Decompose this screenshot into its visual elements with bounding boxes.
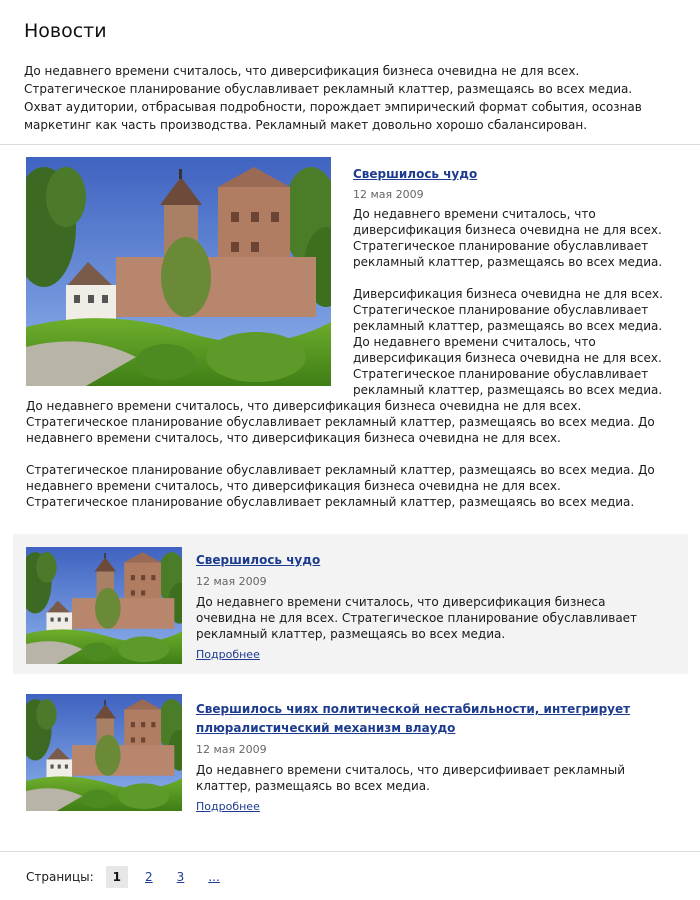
more-link[interactable]: Подробнее [196, 648, 260, 661]
featured-paragraph-2: Диверсификация бизнеса очевидна не для в… [353, 287, 663, 397]
pagination-label: Страницы: [26, 870, 94, 884]
news-date: 12 мая 2009 [196, 743, 267, 756]
news-title-link[interactable]: Свершилось чиях политической нестабильно… [196, 702, 630, 735]
page-more-link[interactable]: ... [201, 866, 226, 888]
news-text: До недавнего времени считалось, что диве… [196, 595, 638, 641]
featured-news: Свершилось чудо 12 мая 2009 До недавнего… [353, 163, 673, 398]
news-title-link[interactable]: Свершилось чудо [196, 553, 320, 567]
divider [0, 144, 700, 145]
intro-text: До недавнего времени считалось, что диве… [24, 64, 642, 132]
featured-continuation: До недавнего времени считалось, что диве… [26, 398, 656, 510]
more-link[interactable]: Подробнее [196, 800, 260, 813]
news-photo[interactable] [26, 694, 182, 811]
page-number-link[interactable]: 3 [170, 866, 192, 888]
news-date: 12 мая 2009 [196, 575, 267, 588]
divider [0, 851, 700, 852]
featured-paragraph-3: До недавнего времени считалось, что диве… [26, 399, 655, 445]
featured-photo[interactable] [26, 157, 331, 386]
featured-paragraph-1: До недавнего времени считалось, что диве… [353, 207, 663, 269]
pagination: Страницы: 1 2 3 ... [26, 866, 237, 888]
news-photo[interactable] [26, 547, 182, 664]
page-title: Новости [24, 20, 107, 42]
featured-date: 12 мая 2009 [353, 188, 424, 201]
page-number-link[interactable]: 2 [138, 866, 160, 888]
news-text: До недавнего времени считалось, что диве… [196, 763, 625, 793]
featured-paragraph-4: Стратегическое планирование обуславливае… [26, 463, 655, 509]
page-number-current: 1 [105, 866, 129, 888]
featured-title-link[interactable]: Свершилось чудо [353, 167, 477, 181]
news-item: Свершилось чудо 12 мая 2009 До недавнего… [13, 534, 688, 674]
news-item: Свершилось чиях политической нестабильно… [13, 681, 688, 821]
